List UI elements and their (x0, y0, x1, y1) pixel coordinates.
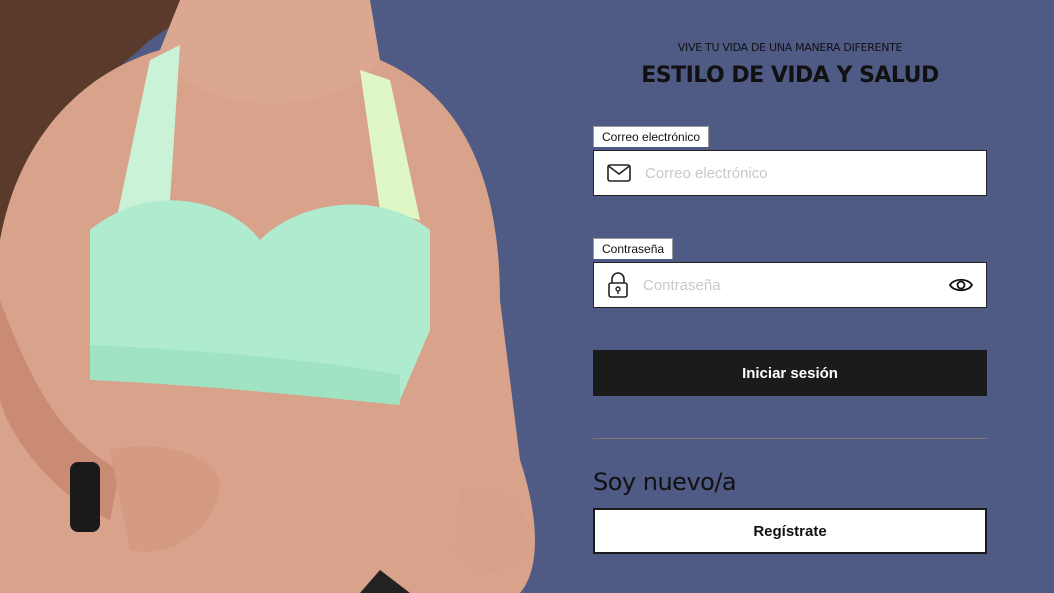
tagline: VIVE TU VIDA DE UNA MANERA DIFERENTE (677, 41, 903, 54)
eye-icon[interactable] (949, 277, 973, 293)
email-field-container (593, 150, 987, 196)
page-title: ESTILO DE VIDA Y SALUD (641, 63, 939, 88)
password-label: Contraseña (593, 238, 674, 259)
register-button[interactable]: Regístrate (593, 508, 987, 554)
envelope-icon (607, 164, 631, 182)
email-input[interactable] (643, 163, 986, 183)
hero-photo-runner (0, 0, 535, 593)
email-label: Correo electrónico (593, 126, 710, 147)
password-field-container (593, 262, 987, 308)
new-user-heading: Soy nuevo/a (593, 468, 737, 496)
divider (593, 438, 987, 439)
lock-icon (608, 272, 628, 298)
password-input[interactable] (641, 275, 936, 295)
login-button[interactable]: Iniciar sesión (593, 350, 987, 396)
